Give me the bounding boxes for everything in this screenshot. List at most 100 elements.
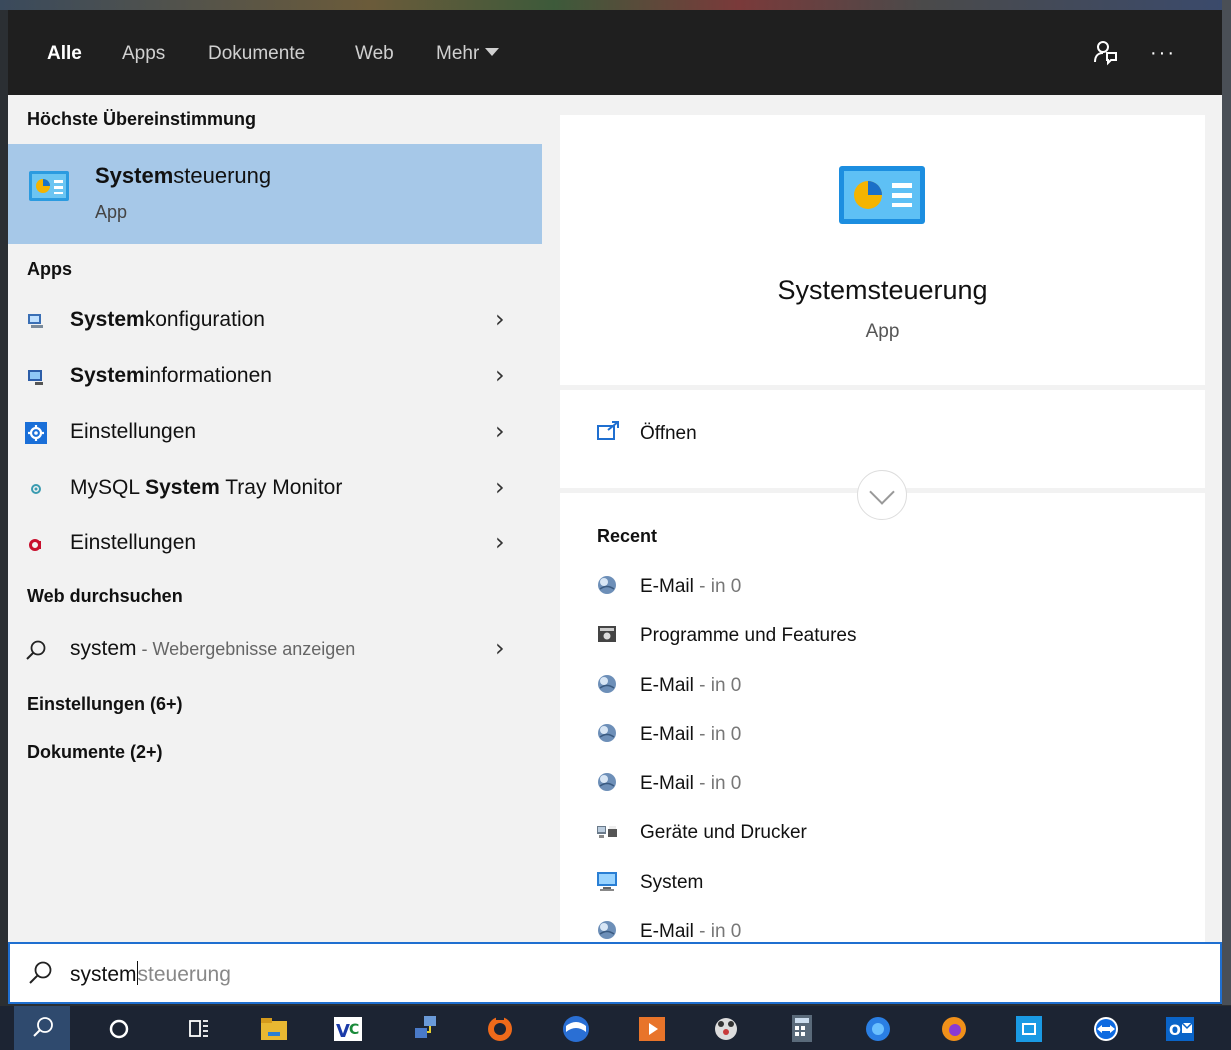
desktop-background-right (1222, 0, 1231, 1005)
recent-item[interactable]: E-Mail - in 0 (560, 765, 1205, 805)
feedback-icon[interactable] (1090, 38, 1120, 68)
best-match-result[interactable]: Systemsteuerung App (8, 144, 542, 244)
taskbar-search-button[interactable] (14, 1006, 70, 1050)
caret-down-icon (485, 48, 500, 56)
tab-apps[interactable]: Apps (122, 43, 165, 69)
recent-label: Geräte und Drucker (640, 822, 807, 843)
firefox-dev-icon[interactable] (862, 1012, 894, 1044)
web-search-label: system - Webergebnisse anzeigen (70, 637, 356, 660)
chevron-right-icon[interactable]: › (495, 528, 505, 556)
recent-label: E-Mail - in 0 (640, 921, 742, 942)
chevron-right-icon[interactable]: › (495, 361, 505, 389)
control-panel-icon (29, 171, 69, 201)
app-a-icon (29, 539, 41, 551)
control-panel-icon (839, 166, 925, 224)
network-app-icon[interactable] (410, 1012, 442, 1044)
search-icon (33, 1017, 53, 1037)
task-view-icon[interactable] (183, 1012, 215, 1044)
search-typed-text: system (70, 963, 137, 986)
calculator-icon[interactable] (786, 1012, 818, 1044)
app-mascot-icon[interactable] (710, 1012, 742, 1044)
taskbar: VC O (0, 1006, 1231, 1050)
recent-item[interactable]: Geräte und Drucker (560, 814, 1205, 854)
open-action[interactable]: Öffnen (560, 390, 1205, 460)
chevron-right-icon[interactable]: › (495, 305, 505, 333)
media-player-icon[interactable] (636, 1012, 668, 1044)
system-info-icon (28, 370, 43, 385)
app-result-systemkonfiguration[interactable]: Systemkonfiguration › (8, 296, 542, 346)
app-result-einstellungen-2[interactable]: Einstellungen › (8, 519, 542, 569)
tab-alle[interactable]: Alle (45, 43, 84, 99)
recent-label: E-Mail - in 0 (640, 773, 742, 794)
teamviewer-icon[interactable] (1090, 1012, 1122, 1044)
chevron-right-icon[interactable]: › (495, 473, 505, 501)
search-autocomplete: steuerung (137, 963, 231, 986)
app-result-mysql-tray-monitor[interactable]: MySQL System Tray Monitor › (8, 464, 542, 514)
firefox-icon[interactable] (938, 1012, 970, 1044)
results-list: Höchste Übereinstimmung Systemsteuerung … (8, 95, 542, 942)
preview-pane: Systemsteuerung App Öffnen Recent E-Mail… (560, 115, 1205, 942)
mail-globe-icon (598, 724, 616, 742)
visual-studio-code-icon[interactable]: VC (332, 1012, 364, 1044)
best-match-title: Systemsteuerung (95, 163, 272, 188)
documents-category-heading[interactable]: Dokumente (2+) (27, 742, 163, 763)
app-label: Systemkonfiguration (70, 308, 265, 331)
settings-gear-icon (25, 422, 47, 444)
app-result-systeminformationen[interactable]: Systeminformationen › (8, 352, 542, 402)
desktop-background (0, 0, 1231, 10)
app-orange-icon[interactable] (484, 1012, 516, 1044)
search-input[interactable]: systemsteuerung (70, 961, 231, 987)
recent-item[interactable]: E-Mail - in 0 (560, 913, 1205, 942)
tab-mehr[interactable]: Mehr (436, 43, 500, 69)
svg-text:O: O (1169, 1023, 1181, 1039)
recent-heading: Recent (597, 526, 658, 546)
search-box[interactable]: systemsteuerung (8, 942, 1222, 1004)
best-match-subtitle: App (95, 202, 128, 222)
recent-item[interactable]: E-Mail - in 0 (560, 667, 1205, 707)
recent-label: E-Mail - in 0 (640, 576, 742, 597)
outlook-icon[interactable]: O (1164, 1012, 1196, 1044)
app-result-einstellungen[interactable]: Einstellungen › (8, 408, 542, 458)
recent-list: Recent E-Mail - in 0 Programme und Featu… (560, 493, 1205, 942)
app-label: MySQL System Tray Monitor (70, 476, 343, 499)
cortana-icon[interactable] (103, 1012, 135, 1044)
recent-item[interactable]: E-Mail - in 0 (560, 716, 1205, 756)
more-options-icon[interactable]: ··· (1148, 38, 1178, 68)
preview-subtitle: App (865, 321, 900, 342)
system-monitor-icon (597, 872, 617, 891)
mail-globe-icon (598, 921, 616, 939)
preview-title: Systemsteuerung (777, 275, 988, 305)
svg-text:V: V (336, 1021, 350, 1042)
recent-label: E-Mail - in 0 (640, 675, 742, 696)
recent-item[interactable]: E-Mail - in 0 (560, 568, 1205, 608)
app-teal-icon[interactable] (1013, 1012, 1045, 1044)
open-icon (597, 421, 619, 440)
recent-label: Programme und Features (640, 625, 857, 646)
chevron-right-icon[interactable]: › (495, 417, 505, 445)
web-search-heading: Web durchsuchen (27, 586, 183, 606)
recent-label: System (640, 872, 704, 893)
recent-item[interactable]: Programme und Features (560, 617, 1205, 657)
settings-category-heading[interactable]: Einstellungen (6+) (27, 694, 183, 715)
app-blue-icon[interactable] (560, 1012, 592, 1044)
recent-item[interactable]: System (560, 864, 1205, 904)
system-config-icon (28, 314, 43, 328)
search-icon (29, 961, 52, 984)
app-label: Einstellungen (70, 531, 197, 554)
mail-globe-icon (598, 773, 616, 791)
mail-globe-icon (598, 576, 616, 594)
tab-dokumente[interactable]: Dokumente (208, 43, 305, 69)
preview-header: Systemsteuerung App (560, 115, 1205, 385)
chevron-right-icon[interactable]: › (495, 634, 505, 662)
expand-chevron-icon[interactable] (857, 470, 907, 520)
search-icon (26, 640, 46, 660)
search-filter-bar: Alle Apps Dokumente Web Mehr ··· (8, 10, 1222, 99)
tab-web[interactable]: Web (355, 43, 394, 69)
devices-printers-icon (597, 826, 617, 838)
programs-icon (598, 626, 616, 642)
web-search-result[interactable]: system - Webergebnisse anzeigen › (8, 625, 542, 675)
mail-globe-icon (598, 675, 616, 693)
file-explorer-icon[interactable] (258, 1012, 290, 1044)
best-match-heading: Höchste Übereinstimmung (27, 109, 257, 129)
apps-heading: Apps (27, 259, 72, 279)
